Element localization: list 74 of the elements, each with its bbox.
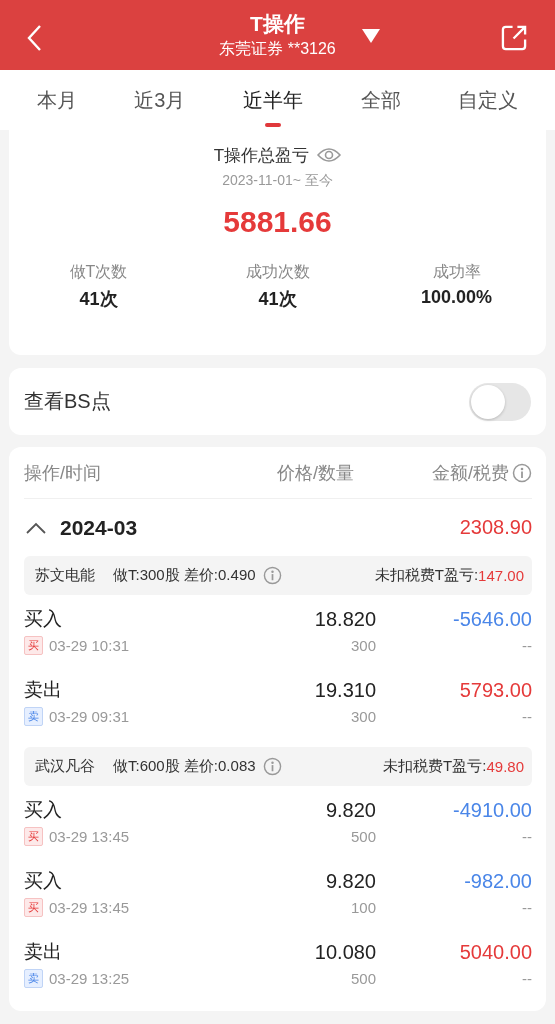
period-tab[interactable]: 自定义 [454, 70, 523, 130]
trade-fee: -- [522, 707, 532, 725]
column-header: 价格/数量 [276, 461, 354, 485]
trade-action: 卖出 [24, 940, 63, 964]
trade-badge: 买 [24, 827, 43, 846]
trade-time: 03-29 09:31 [49, 708, 130, 725]
trade-time: 03-29 13:45 [49, 899, 130, 916]
trade-quantity: 300 [350, 636, 376, 654]
share-icon[interactable] [501, 24, 528, 51]
trade-detail: 做T:300股 差价:0.490 [113, 566, 256, 585]
profit-label: 未扣税费T盈亏: [383, 757, 487, 776]
info-icon[interactable] [512, 462, 532, 483]
column-header: 金额/税费 [431, 461, 509, 485]
bs-point-label: 查看BS点 [24, 389, 111, 414]
period-tab[interactable]: 本月 [32, 70, 81, 130]
stat-value: 41次 [79, 288, 118, 311]
month-label[interactable]: 2024-03 [60, 515, 460, 540]
profit-label: 未扣税费T盈亏: [374, 566, 479, 585]
trade-price: 19.310 [314, 678, 376, 702]
trade-time: 03-29 13:45 [49, 828, 130, 845]
stat-value: 41次 [258, 288, 297, 311]
back-icon[interactable] [26, 24, 42, 52]
trade-price: 9.820 [325, 869, 376, 893]
info-icon[interactable] [262, 757, 282, 776]
stat-label: 做T次数 [69, 262, 128, 282]
stat-label: 成功次数 [245, 262, 310, 282]
trade-amount: -4910.00 [453, 798, 532, 822]
trade-price: 9.820 [325, 798, 376, 822]
total-profit: 5881.66 [223, 204, 332, 240]
period-tab[interactable]: 全部 [356, 70, 405, 130]
trade-quantity: 100 [350, 898, 376, 916]
page-title: T操作 [250, 12, 305, 35]
trade-time: 03-29 13:25 [49, 970, 130, 987]
stat-label: 成功率 [432, 262, 481, 282]
trade-quantity: 300 [350, 707, 376, 725]
trade-action: 买入 [24, 607, 63, 631]
trade-badge: 卖 [24, 707, 43, 726]
eye-icon[interactable] [317, 147, 342, 163]
trade-time: 03-29 10:31 [49, 637, 130, 654]
trade-amount: 5793.00 [459, 678, 532, 702]
trade-fee: -- [522, 898, 532, 916]
trade-action: 买入 [24, 798, 63, 822]
trade-amount: -5646.00 [453, 607, 532, 631]
profit-value: 49.80 [486, 758, 524, 775]
trade-badge: 买 [24, 636, 43, 655]
column-header: 操作/时间 [24, 461, 102, 485]
profit-value: 147.00 [478, 567, 524, 584]
trade-amount: 5040.00 [459, 940, 532, 964]
account-label: 东莞证券 **3126 [219, 39, 336, 59]
period-tab[interactable]: 近半年 [239, 70, 308, 130]
trade-quantity: 500 [350, 827, 376, 845]
stock-name: 武汉凡谷 [35, 757, 95, 776]
trade-badge: 买 [24, 898, 43, 917]
trade-badge: 卖 [24, 969, 43, 988]
period-tab[interactable]: 近3月 [130, 70, 190, 130]
period-label: 2023-11-01~ 至今 [222, 171, 333, 190]
stock-name: 苏文电能 [35, 566, 95, 585]
toggle-switch[interactable] [469, 382, 531, 421]
summary-title: T操作总盈亏 [213, 144, 310, 167]
trade-amount: -982.00 [464, 869, 532, 893]
trade-action: 买入 [24, 869, 63, 893]
trade-detail: 做T:600股 差价:0.083 [113, 757, 256, 776]
info-icon[interactable] [262, 566, 282, 585]
trade-quantity: 500 [350, 969, 376, 987]
trade-fee: -- [522, 636, 532, 654]
trade-fee: -- [522, 969, 532, 987]
stat-value: 100.00% [420, 287, 493, 308]
trade-price: 18.820 [314, 607, 376, 631]
month-total: 2308.90 [459, 516, 532, 539]
trade-price: 10.080 [314, 940, 376, 964]
dropdown-icon[interactable] [362, 29, 380, 43]
trade-action: 卖出 [24, 678, 63, 702]
chevron-icon[interactable] [26, 521, 46, 534]
trade-fee: -- [522, 827, 532, 845]
